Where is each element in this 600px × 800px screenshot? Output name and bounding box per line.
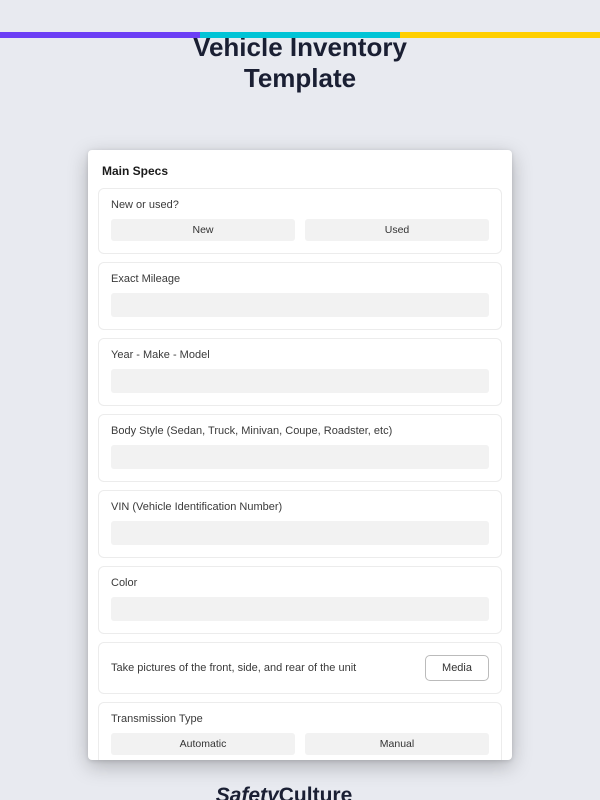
field-label: Color	[111, 577, 489, 589]
brand-logo: SafetyCulture	[0, 784, 600, 800]
section-heading: Main Specs	[98, 160, 502, 188]
body-style-input[interactable]	[111, 445, 489, 469]
color-input[interactable]	[111, 597, 489, 621]
ymm-input[interactable]	[111, 369, 489, 393]
field-label: New or used?	[111, 199, 489, 211]
field-mileage: Exact Mileage	[98, 262, 502, 330]
form-card: Main Specs New or used? New Used Exact M…	[88, 150, 512, 760]
field-new-or-used: New or used? New Used	[98, 188, 502, 254]
field-label: Transmission Type	[111, 713, 489, 725]
mileage-input[interactable]	[111, 293, 489, 317]
brand-part1: Safety	[216, 784, 279, 800]
field-pictures: Take pictures of the front, side, and re…	[98, 642, 502, 694]
field-color: Color	[98, 566, 502, 634]
option-new[interactable]: New	[111, 219, 295, 241]
field-label: Year - Make - Model	[111, 349, 489, 361]
page-title-line2: Template	[244, 63, 356, 93]
field-label: Body Style (Sedan, Truck, Minivan, Coupe…	[111, 425, 489, 437]
field-vin: VIN (Vehicle Identification Number)	[98, 490, 502, 558]
option-used[interactable]: Used	[305, 219, 489, 241]
field-transmission: Transmission Type Automatic Manual	[98, 702, 502, 760]
media-button[interactable]: Media	[425, 655, 489, 681]
vin-input[interactable]	[111, 521, 489, 545]
page-title: Vehicle Inventory Template	[0, 32, 600, 94]
option-manual[interactable]: Manual	[305, 733, 489, 755]
field-year-make-model: Year - Make - Model	[98, 338, 502, 406]
field-label: VIN (Vehicle Identification Number)	[111, 501, 489, 513]
brand-part2: Culture	[279, 784, 353, 800]
option-automatic[interactable]: Automatic	[111, 733, 295, 755]
top-color-stripe	[0, 32, 600, 38]
field-body-style: Body Style (Sedan, Truck, Minivan, Coupe…	[98, 414, 502, 482]
field-label: Exact Mileage	[111, 273, 489, 285]
field-label: Take pictures of the front, side, and re…	[111, 662, 356, 674]
